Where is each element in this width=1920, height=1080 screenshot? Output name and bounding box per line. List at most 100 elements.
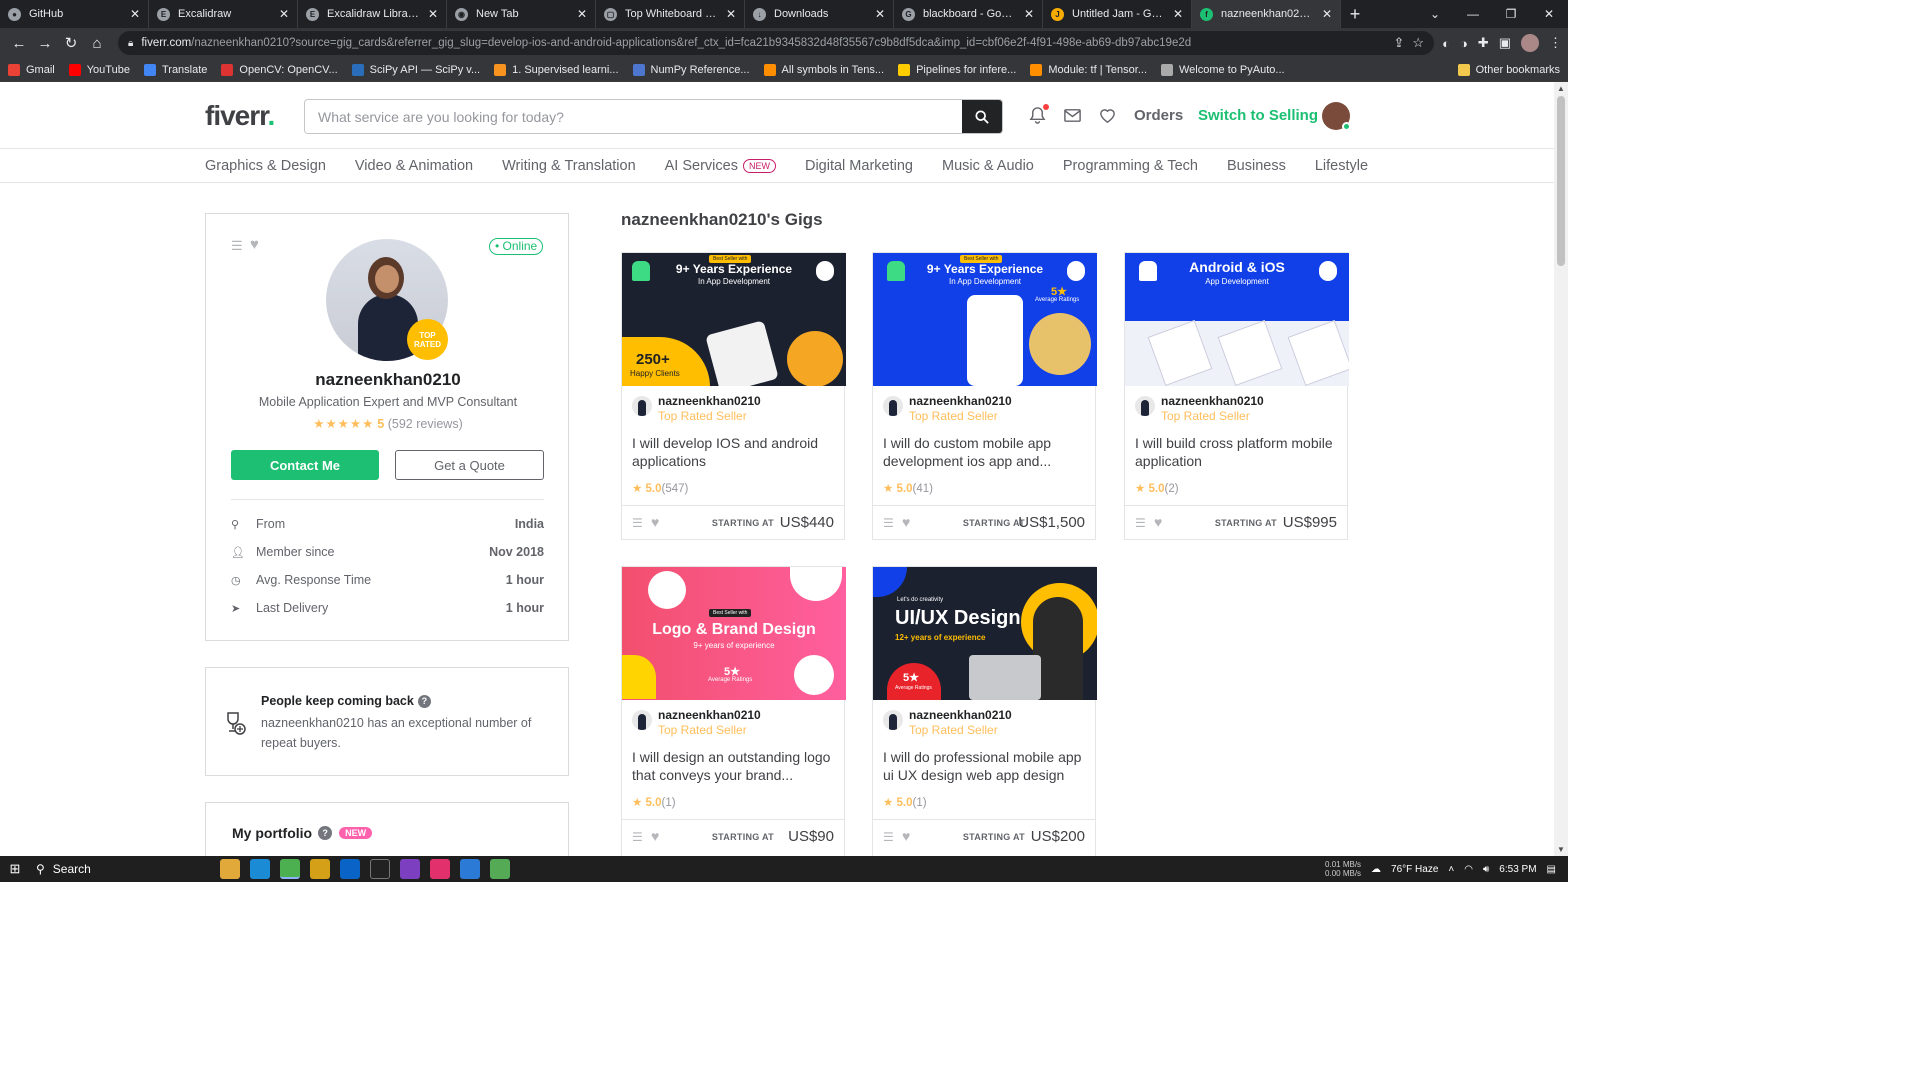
fiverr-logo[interactable]: fiverr. (205, 100, 275, 132)
gig-title[interactable]: I will design an outstanding logo that c… (632, 748, 837, 784)
category-digital-marketing[interactable]: Digital Marketing (805, 158, 913, 174)
gig-card[interactable]: Android & iOS App Development nazneenkha… (1124, 252, 1349, 540)
scroll-down-icon[interactable]: ▼ (1554, 845, 1568, 854)
close-tab-icon[interactable]: ✕ (279, 7, 289, 21)
close-tab-icon[interactable]: ✕ (130, 7, 140, 21)
wifi-icon[interactable]: ◠ (1464, 864, 1473, 875)
help-icon[interactable]: ? (417, 694, 431, 708)
category-video-animation[interactable]: Video & Animation (355, 158, 473, 174)
list-icon[interactable]: ☰ (632, 516, 643, 530)
bookmark-item[interactable]: YouTube (68, 63, 130, 76)
search-button[interactable] (962, 100, 1002, 133)
bookmark-item[interactable]: Translate (143, 63, 207, 76)
list-icon[interactable]: ☰ (883, 830, 894, 844)
gig-thumbnail[interactable]: Best Seller with 9+ Years Experience In … (873, 253, 1097, 386)
clock[interactable]: 6:53 PM (1499, 864, 1536, 875)
category-music-audio[interactable]: Music & Audio (942, 158, 1034, 174)
list-icon[interactable]: ☰ (1135, 516, 1146, 530)
heart-icon[interactable]: ♥ (902, 514, 910, 530)
windows-start-icon[interactable]: ⊞ (0, 861, 30, 877)
search-input[interactable] (305, 100, 962, 133)
browser-tab[interactable]: ↓ Downloads ✕ (745, 0, 894, 28)
extension-icon[interactable]: ◐ (1442, 36, 1450, 51)
file-explorer-icon[interactable] (220, 859, 240, 879)
gig-title[interactable]: I will develop IOS and android applicati… (632, 434, 837, 470)
close-tab-icon[interactable]: ✕ (875, 7, 885, 21)
browser-tab-active[interactable]: fnazneenkhan0210 | Pr✕ (1192, 0, 1341, 28)
browser-tab[interactable]: JUntitled Jam - Google✕ (1043, 0, 1192, 28)
avatar[interactable] (1322, 102, 1351, 131)
menu-dots-icon[interactable]: ⋮ (1549, 35, 1562, 51)
pycharm-icon[interactable] (370, 859, 390, 879)
get-a-quote-button[interactable]: Get a Quote (395, 450, 544, 480)
bell-icon[interactable] (1028, 104, 1049, 125)
tab-search-icon[interactable]: ⌄ (1416, 0, 1454, 28)
url-bar[interactable]: 🔒︎ fiverr.com/nazneenkhan0210?source=gig… (118, 31, 1435, 55)
puzzle-icon[interactable]: ✚ (1478, 35, 1489, 51)
orders-link[interactable]: Orders (1134, 107, 1183, 124)
browser-tab[interactable]: ● GitHub ✕ (0, 0, 149, 28)
gig-card[interactable]: Let's do creativity UI/UX Design 12+ yea… (872, 566, 1097, 856)
heart-icon[interactable]: ♥ (1154, 514, 1162, 530)
bookmark-item[interactable]: OpenCV: OpenCV... (221, 63, 338, 76)
bookmark-item[interactable]: Module: tf | Tensor... (1030, 63, 1147, 76)
onenote-icon[interactable] (400, 859, 420, 879)
bookmark-item[interactable]: SciPy API — SciPy v... (351, 63, 480, 76)
browser-tab[interactable]: ▢Top Whiteboard Optio✕ (596, 0, 745, 28)
app-icon[interactable] (490, 859, 510, 879)
bookmark-item[interactable]: 1. Supervised learni... (494, 63, 619, 76)
heart-icon[interactable]: ♥ (651, 514, 659, 530)
gig-card[interactable]: Best Seller with 9+ Years Experience In … (621, 252, 846, 540)
gig-title[interactable]: I will build cross platform mobile appli… (1135, 434, 1340, 470)
bookmark-star-icon[interactable]: ☆ (1412, 35, 1424, 51)
close-tab-icon[interactable]: ✕ (726, 7, 736, 21)
switch-to-selling-link[interactable]: Switch to Selling (1198, 107, 1318, 124)
bookmark-item[interactable]: Pipelines for infere... (898, 63, 1016, 76)
restore-icon[interactable]: ❐ (1492, 0, 1530, 28)
edge-icon[interactable] (250, 859, 270, 879)
gig-card[interactable]: Best Seller with 9+ Years Experience In … (872, 252, 1097, 540)
close-tab-icon[interactable]: ✕ (428, 7, 438, 21)
extension-icon[interactable]: ◑ (1460, 36, 1468, 51)
envelope-icon[interactable] (1063, 106, 1082, 125)
close-window-icon[interactable]: ✕ (1530, 0, 1568, 28)
close-tab-icon[interactable]: ✕ (1173, 7, 1183, 21)
close-tab-icon[interactable]: ✕ (1322, 7, 1332, 21)
gig-title[interactable]: I will do professional mobile app ui UX … (883, 748, 1088, 784)
heart-icon[interactable]: ♥ (651, 828, 659, 844)
heart-icon[interactable]: ♥ (902, 828, 910, 844)
page-scrollbar[interactable]: ▲ ▼ (1554, 82, 1568, 856)
scrollbar-thumb[interactable] (1557, 96, 1565, 266)
weather-icon[interactable]: ☁ (1371, 864, 1381, 875)
bookmark-item[interactable]: NumPy Reference... (632, 63, 750, 76)
share-icon[interactable]: ⇪ (1394, 35, 1405, 51)
gig-thumbnail[interactable]: Let's do creativity UI/UX Design 12+ yea… (873, 567, 1097, 700)
heart-icon[interactable]: ♥ (250, 236, 259, 253)
close-tab-icon[interactable]: ✕ (577, 7, 587, 21)
list-icon[interactable]: ☰ (632, 830, 643, 844)
vscode-icon[interactable] (460, 859, 480, 879)
gig-thumbnail[interactable]: Android & iOS App Development (1125, 253, 1349, 386)
instagram-icon[interactable] (430, 859, 450, 879)
back-icon[interactable]: ← (6, 35, 32, 52)
lock-icon[interactable]: 🔒︎ (128, 38, 133, 49)
category-graphics-design[interactable]: Graphics & Design (205, 158, 326, 174)
sticky-notes-icon[interactable] (310, 859, 330, 879)
category-business[interactable]: Business (1227, 158, 1286, 174)
scroll-up-icon[interactable]: ▲ (1554, 84, 1568, 93)
forward-icon[interactable]: → (32, 35, 58, 52)
gig-title[interactable]: I will do custom mobile app development … (883, 434, 1088, 470)
minimize-icon[interactable]: — (1454, 0, 1492, 28)
bookmark-item[interactable]: Gmail (8, 63, 55, 76)
other-bookmarks[interactable]: Other bookmarks (1457, 63, 1560, 76)
help-icon[interactable]: ? (318, 826, 333, 840)
sidepanel-icon[interactable]: ▣ (1499, 35, 1511, 51)
browser-tab[interactable]: E Excalidraw ✕ (149, 0, 298, 28)
notification-icon[interactable]: ▤ (1547, 864, 1556, 875)
list-icon[interactable]: ☰ (883, 516, 894, 530)
reload-icon[interactable]: ↻ (58, 34, 84, 52)
profile-avatar[interactable] (1521, 34, 1539, 52)
taskbar-search[interactable]: ⚲ Search (30, 862, 180, 876)
browser-tab[interactable]: E Excalidraw Libraries ✕ (298, 0, 447, 28)
category-programming-tech[interactable]: Programming & Tech (1063, 158, 1198, 174)
